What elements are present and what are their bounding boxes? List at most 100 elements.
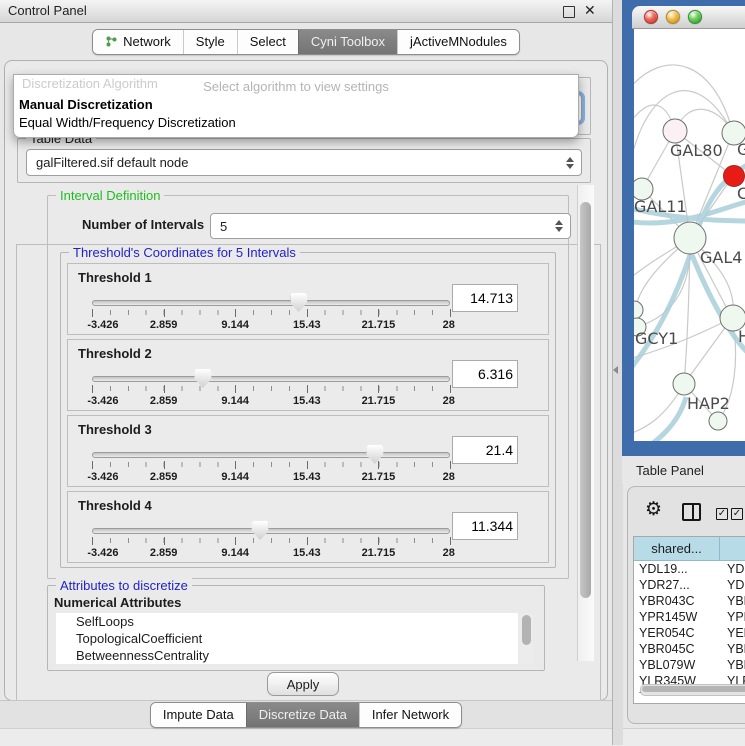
slider-major-tick: [235, 309, 236, 317]
tab-infer-network[interactable]: Infer Network: [359, 703, 461, 727]
apply-button[interactable]: Apply: [267, 672, 339, 696]
slider-scale-label: 28: [443, 471, 455, 483]
slider-scale-label: 2.859: [150, 395, 178, 407]
table-data-value: galFiltered.sif default node: [36, 155, 188, 170]
table-row[interactable]: YBR045CYBR0: [634, 641, 745, 657]
tab-label: jActiveMNodules: [410, 34, 507, 49]
cyni-toolbox-panel: Table Data galFiltered.sif default node …: [4, 60, 608, 701]
attribute-item[interactable]: TopologicalCoefficient: [56, 630, 518, 647]
slider-major-tick: [378, 461, 379, 469]
slider-major-tick: [164, 537, 165, 545]
tab-label: Style: [196, 34, 225, 49]
table-row[interactable]: YER054CYER0: [634, 625, 745, 641]
tab-discretize-data[interactable]: Discretize Data: [246, 703, 359, 727]
slider-track[interactable]: [92, 376, 450, 382]
threshold-panel: Threshold 3-3.4262.8599.14415.4321.71528: [67, 415, 549, 487]
tab-impute-data[interactable]: Impute Data: [151, 703, 246, 727]
cell-shared-name: YDR27...: [634, 578, 725, 592]
attributes-scrollbar[interactable]: [520, 613, 533, 664]
node-label-gal4: GAL4: [700, 248, 742, 267]
tab-label: Infer Network: [372, 707, 449, 722]
control-panel-title: Control Panel: [8, 3, 87, 18]
table-row[interactable]: YDR27...YDR2: [634, 577, 745, 593]
scrollbar-thumb[interactable]: [580, 202, 591, 598]
threshold-value-field[interactable]: [452, 512, 518, 540]
close-light-icon[interactable]: [644, 10, 658, 24]
slider-major-tick: [307, 537, 308, 545]
slider-track[interactable]: [92, 452, 450, 458]
zoom-light-icon[interactable]: [688, 10, 702, 24]
table-header: shared... na: [634, 537, 745, 561]
tab-label: Network: [123, 34, 171, 49]
combo-arrows-icon: [566, 157, 574, 169]
tab-group: Network Style Select Cyni Toolbox jActiveMNo…: [92, 29, 520, 55]
slider-scale-label: -3.426: [87, 319, 118, 331]
threshold-slider[interactable]: -3.4262.8599.14415.4321.71528: [92, 444, 450, 484]
threshold-value-field[interactable]: [452, 436, 518, 464]
num-intervals-combobox[interactable]: 5: [210, 213, 571, 239]
cell-name: YPR1: [725, 610, 745, 624]
column-header-shared[interactable]: shared...: [634, 537, 720, 561]
threshold-value-field[interactable]: [452, 360, 518, 388]
network-window-titlebar[interactable]: [632, 6, 745, 29]
slider-scale-label: 2.859: [150, 319, 178, 331]
option-equal-width-frequency[interactable]: Equal Width/Frequency Discretization: [19, 115, 236, 130]
checkbox-icon[interactable]: ✓: [731, 508, 743, 520]
combo-arrows-icon: [555, 220, 563, 232]
float-window-icon[interactable]: [563, 6, 575, 18]
node-label-h: H: [738, 327, 745, 346]
table-row[interactable]: YBR043CYBR0: [634, 593, 745, 609]
threshold-slider[interactable]: -3.4262.8599.14415.4321.71528: [92, 368, 450, 408]
node-label-ga: GA: [737, 140, 745, 159]
network-icon: [105, 35, 118, 48]
slider-scale-label: 15.43: [293, 395, 321, 407]
node-label-hap2: HAP2: [687, 394, 730, 413]
column-header-name[interactable]: na: [720, 537, 745, 561]
slider-track[interactable]: [92, 300, 450, 306]
slider-scale-label: -3.426: [87, 471, 118, 483]
tab-network[interactable]: Network: [93, 30, 183, 54]
cell-shared-name: YBR045C: [634, 642, 725, 656]
algorithm-hint: Select algorithm to view settings: [14, 79, 578, 94]
network-window: GAL80 GA C GAL11 GAL4 GCY1 H HAP2: [622, 0, 745, 456]
tab-cyni-toolbox[interactable]: Cyni Toolbox: [298, 30, 397, 54]
scrollbar-thumb[interactable]: [642, 686, 745, 692]
slider-scale-label: 21.715: [362, 319, 396, 331]
cell-name: YBL0: [725, 658, 745, 672]
panel-vertical-scrollbar[interactable]: [577, 185, 594, 661]
slider-track[interactable]: [92, 528, 450, 534]
attribute-item[interactable]: BetweennessCentrality: [56, 647, 518, 664]
threshold-value-field[interactable]: [452, 284, 518, 312]
tab-label: Discretize Data: [259, 707, 347, 722]
cell-shared-name: YPR145W: [634, 610, 725, 624]
slider-major-tick: [164, 461, 165, 469]
tab-label: Cyni Toolbox: [311, 34, 385, 49]
table-row[interactable]: YDL19...YDL1: [634, 561, 745, 577]
slider-scale-label: 21.715: [362, 471, 396, 483]
numerical-attributes-list[interactable]: SelfLoopsTopologicalCoefficientBetweenne…: [56, 613, 518, 664]
option-manual-discretization[interactable]: Manual Discretization: [19, 97, 153, 112]
table-data-combobox[interactable]: galFiltered.sif default node: [26, 149, 582, 176]
slider-scale-label: 28: [443, 395, 455, 407]
control-panel-titlebar: Control Panel ✕: [0, 0, 612, 23]
column-layout-icon[interactable]: [682, 503, 701, 521]
attribute-item[interactable]: SelfLoops: [56, 613, 518, 630]
slider-scale-label: 2.859: [150, 471, 178, 483]
tab-jactivemnodules[interactable]: jActiveMNodules: [397, 30, 519, 54]
slider-major-tick: [164, 309, 165, 317]
network-view-canvas[interactable]: GAL80 GA C GAL11 GAL4 GCY1 H HAP2: [634, 29, 745, 441]
table-row[interactable]: YBL079WYBL0: [634, 657, 745, 673]
tab-select[interactable]: Select: [237, 30, 298, 54]
control-panel-tabbar: Network Style Select Cyni Toolbox jActiveMNo…: [0, 29, 612, 55]
table-row[interactable]: YPR145WYPR1: [634, 609, 745, 625]
threshold-slider[interactable]: -3.4262.8599.14415.4321.71528: [92, 520, 450, 560]
checkbox-icon[interactable]: ✓: [716, 508, 728, 520]
table-horizontal-scrollbar[interactable]: [640, 684, 745, 696]
threshold-slider[interactable]: -3.4262.8599.14415.4321.71528: [92, 292, 450, 332]
cell-shared-name: YBR043C: [634, 594, 725, 608]
tab-style[interactable]: Style: [183, 30, 237, 54]
minimize-light-icon[interactable]: [666, 10, 680, 24]
gear-icon[interactable]: ⚙: [645, 500, 662, 519]
close-icon[interactable]: ✕: [584, 2, 596, 19]
splitter-collapse-icon[interactable]: [613, 366, 618, 374]
